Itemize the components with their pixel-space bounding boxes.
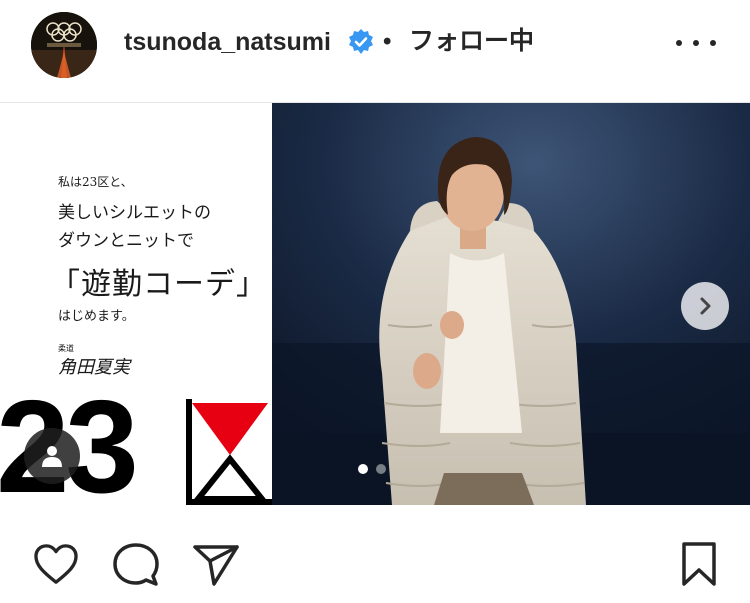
ad-copy-line5: はじめます。 xyxy=(58,309,135,324)
more-options-icon[interactable] xyxy=(676,30,716,56)
post-media[interactable]: 私は23区と、 美しいシルエットの ダウンとニットで 「遊勤コーデ」 はじめます… xyxy=(0,103,750,505)
post-header: tsunoda_natsumi • フォロー中 xyxy=(0,0,750,102)
share-icon[interactable] xyxy=(192,543,240,587)
header-separator: • xyxy=(383,28,392,55)
ad-copy-line3: ダウンとニットで xyxy=(58,231,194,251)
ad-copy-line1: 私は23区と、 xyxy=(58,175,133,189)
chevron-right-icon xyxy=(700,297,711,315)
carousel-indicator xyxy=(358,464,398,474)
following-button[interactable]: フォロー中 xyxy=(409,25,534,57)
ad-headline: 「遊勤コーデ」 xyxy=(50,267,267,302)
user-tag-button[interactable] xyxy=(24,428,80,484)
model-photo xyxy=(272,103,750,505)
person-icon xyxy=(42,446,62,467)
more-dot xyxy=(676,40,682,46)
more-dot xyxy=(710,40,716,46)
avatar-image xyxy=(31,12,97,78)
carousel-dot-active xyxy=(358,464,368,474)
verified-badge-icon xyxy=(349,29,373,54)
bookmark-icon[interactable] xyxy=(680,541,718,587)
comment-icon[interactable] xyxy=(112,542,160,588)
username-link[interactable]: tsunoda_natsumi xyxy=(124,26,331,58)
profile-avatar[interactable] xyxy=(31,12,97,78)
carousel-next-button[interactable] xyxy=(681,282,729,330)
post-actions xyxy=(0,505,750,603)
brand-logo-ku xyxy=(186,399,272,505)
ad-copy-line2: 美しいシルエットの xyxy=(58,203,211,223)
carousel-dot xyxy=(376,464,386,474)
more-dot xyxy=(693,40,699,46)
heart-icon[interactable] xyxy=(33,543,79,585)
